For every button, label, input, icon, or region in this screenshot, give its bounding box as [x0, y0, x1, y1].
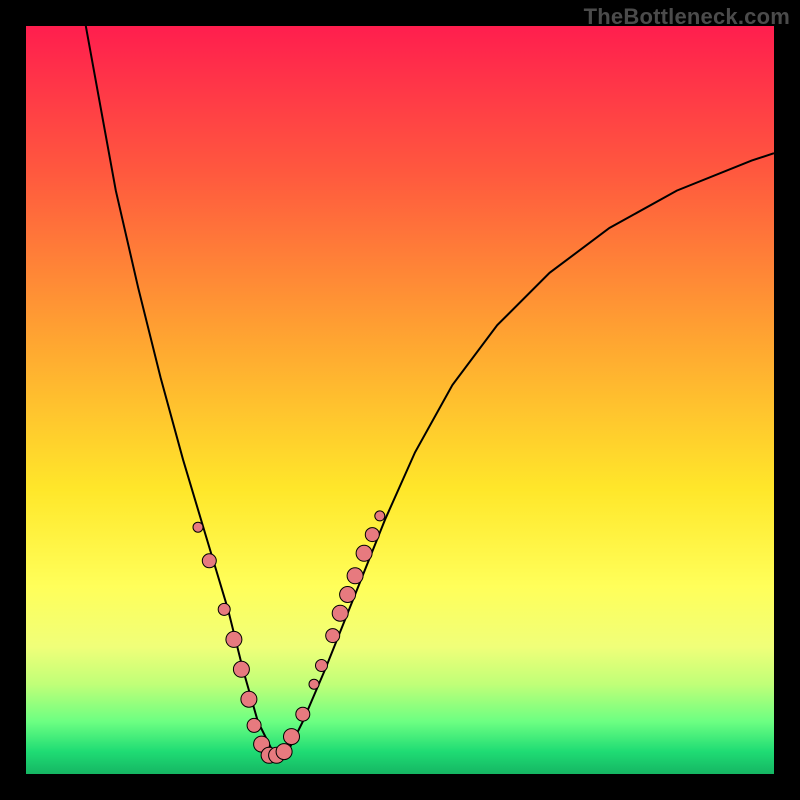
data-point [218, 603, 230, 615]
data-point [276, 744, 292, 760]
data-point [309, 679, 319, 689]
watermark-text: TheBottleneck.com [584, 4, 790, 30]
chart-frame: TheBottleneck.com [0, 0, 800, 800]
plot-area [26, 26, 774, 774]
data-point [247, 718, 261, 732]
gradient-background [26, 26, 774, 774]
data-point [347, 568, 363, 584]
data-point [226, 631, 242, 647]
data-point [284, 729, 300, 745]
data-point [316, 660, 328, 672]
data-point [241, 691, 257, 707]
data-point [296, 707, 310, 721]
data-point [356, 545, 372, 561]
data-point [326, 629, 340, 643]
data-point [332, 605, 348, 621]
data-point [340, 587, 356, 603]
data-point [365, 528, 379, 542]
plot-svg [26, 26, 774, 774]
data-point [193, 522, 203, 532]
data-point [233, 661, 249, 677]
data-point [202, 554, 216, 568]
data-point [375, 511, 385, 521]
